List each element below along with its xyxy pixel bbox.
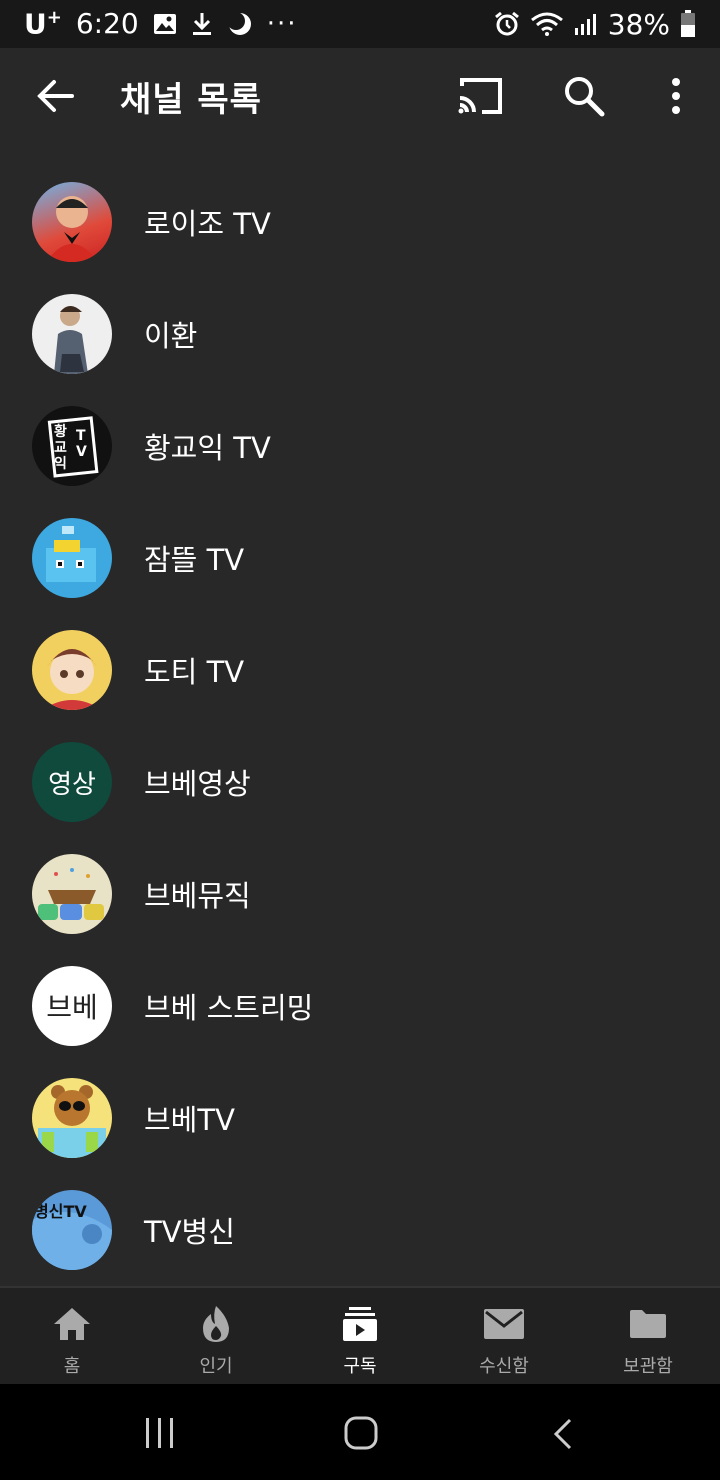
channel-avatar: 영상: [32, 742, 112, 822]
channel-avatar: [32, 630, 112, 710]
carrier-label: U+: [24, 7, 62, 41]
list-item[interactable]: 도티 TV: [0, 614, 720, 726]
tab-label: 보관함: [623, 1356, 673, 1377]
channel-name: 로이조 TV: [144, 207, 271, 241]
list-item[interactable]: 브베뮤직: [0, 838, 720, 950]
list-item[interactable]: 잠뜰 TV: [0, 502, 720, 614]
channel-name: 황교익 TV: [144, 431, 271, 465]
more-notifications-icon: ···: [266, 8, 298, 39]
night-mode-icon: [226, 11, 253, 37]
home-icon: [50, 1304, 94, 1344]
channel-avatar: 황교익 TV: [32, 406, 112, 486]
screen: U+ 6:20 ··· 38% 채널 목록 로이조 TV 이환 황교익 TV 황…: [0, 0, 720, 1480]
more-options-icon[interactable]: [664, 76, 688, 116]
tab-home[interactable]: 홈: [0, 1288, 144, 1384]
system-back-icon[interactable]: [552, 1418, 574, 1450]
list-item[interactable]: 영상 브베영상: [0, 726, 720, 838]
channel-name: 도티 TV: [144, 655, 245, 689]
list-item[interactable]: 브베 브베 스트리밍: [0, 950, 720, 1062]
channel-name: 브베 스트리밍: [144, 991, 314, 1025]
download-icon: [191, 11, 213, 37]
list-item[interactable]: [0, 144, 720, 146]
channel-avatar: [32, 518, 112, 598]
status-bar: U+ 6:20 ··· 38%: [0, 0, 720, 48]
list-item[interactable]: 황교익 TV 황교익 TV: [0, 390, 720, 502]
subscriptions-icon: [338, 1304, 382, 1344]
channel-name: 브베뮤직: [144, 879, 251, 913]
channel-name: 브베영상: [144, 767, 251, 801]
search-icon[interactable]: [562, 74, 606, 118]
list-item[interactable]: 로이조 TV: [0, 166, 720, 278]
alarm-icon: [494, 11, 520, 37]
tab-label: 수신함: [479, 1356, 529, 1377]
gallery-icon: [153, 13, 177, 35]
library-icon: [626, 1304, 670, 1344]
battery-icon: [680, 10, 696, 38]
channel-name: TV병신: [144, 1215, 235, 1249]
inbox-icon: [482, 1304, 526, 1344]
list-item[interactable]: 병신TV TV병신: [0, 1174, 720, 1286]
tab-trending[interactable]: 인기: [144, 1288, 288, 1384]
clock: 6:20: [75, 7, 139, 41]
tab-library[interactable]: 보관함: [576, 1288, 720, 1384]
home-button-icon[interactable]: [344, 1416, 378, 1450]
battery-percent: 38%: [607, 7, 670, 41]
channel-avatar: [32, 294, 112, 374]
channel-name: 브베TV: [144, 1103, 235, 1137]
signal-icon: [574, 12, 598, 36]
avatar-label: 병신TV: [34, 1202, 87, 1221]
channel-avatar: 병신TV: [32, 1190, 112, 1270]
page-title: 채널 목록: [120, 80, 262, 120]
recent-apps-icon[interactable]: [144, 1418, 176, 1448]
avatar-label: 브베: [46, 991, 98, 1024]
channel-avatar: [32, 854, 112, 934]
app-bar: 채널 목록: [0, 48, 720, 144]
channel-avatar: [32, 182, 112, 262]
system-navigation-bar: [0, 1384, 720, 1480]
avatar-label: 황교익: [54, 424, 67, 472]
channel-avatar: [32, 1078, 112, 1158]
tab-label: 인기: [199, 1356, 233, 1377]
bottom-navigation: 홈 인기 구독 수신함 보관함: [0, 1286, 720, 1384]
channel-avatar: 브베: [32, 966, 112, 1046]
tab-subscriptions[interactable]: 구독: [288, 1288, 432, 1384]
tab-inbox[interactable]: 수신함: [432, 1288, 576, 1384]
channel-list[interactable]: 로이조 TV 이환 황교익 TV 황교익 TV 잠뜰 TV 도티 TV 영상 브…: [0, 144, 720, 1286]
list-item[interactable]: 이환: [0, 278, 720, 390]
tab-label: 구독: [343, 1356, 377, 1377]
channel-name: 잠뜰 TV: [144, 543, 245, 577]
channel-name: 이환: [144, 319, 198, 353]
back-arrow-icon[interactable]: [36, 78, 76, 114]
avatar-sublabel: TV: [76, 428, 87, 460]
avatar-label: 영상: [48, 769, 96, 800]
tab-label: 홈: [63, 1356, 81, 1377]
list-item[interactable]: 브베TV: [0, 1062, 720, 1174]
cast-icon[interactable]: [456, 76, 504, 116]
fire-icon: [194, 1304, 238, 1344]
wifi-icon: [530, 11, 564, 37]
